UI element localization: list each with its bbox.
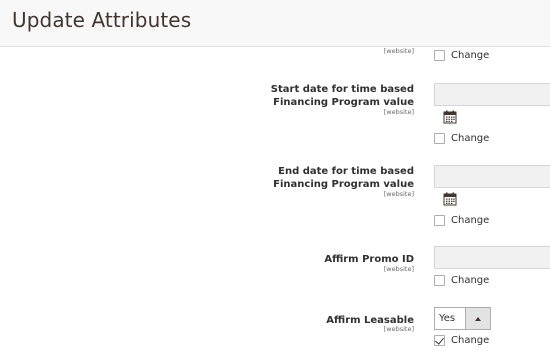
change-label: Change bbox=[451, 335, 490, 346]
change-label: Change bbox=[451, 275, 490, 286]
label-line: End date for time based bbox=[278, 166, 414, 177]
change-checkbox[interactable] bbox=[434, 133, 445, 144]
field-label-start-date: Start date for time based Financing Prog… bbox=[271, 83, 414, 109]
affirm-leasable-select[interactable]: Yes bbox=[434, 307, 491, 330]
scope-label: [website] bbox=[383, 47, 414, 55]
change-label: Change bbox=[451, 215, 490, 226]
page-title: Update Attributes bbox=[12, 8, 192, 32]
change-checkbox[interactable] bbox=[434, 275, 445, 286]
chevron-up-icon bbox=[475, 316, 481, 321]
calendar-icon[interactable] bbox=[443, 192, 457, 206]
field-label-end-date: End date for time based Financing Progra… bbox=[273, 165, 414, 191]
affirm-promo-id-input[interactable] bbox=[434, 246, 550, 269]
change-toggle[interactable]: Change bbox=[434, 133, 489, 144]
scope-label: [website] bbox=[383, 265, 414, 273]
change-toggle[interactable]: Change bbox=[434, 275, 489, 286]
change-checkbox[interactable] bbox=[434, 215, 445, 226]
change-checkbox-checked[interactable] bbox=[434, 335, 445, 346]
change-toggle[interactable]: Change bbox=[434, 335, 489, 346]
scope-label: [website] bbox=[383, 108, 414, 116]
change-label: Change bbox=[451, 50, 490, 61]
select-value: Yes bbox=[439, 313, 456, 324]
change-toggle[interactable]: Change bbox=[434, 215, 489, 226]
scope-label: [website] bbox=[383, 190, 414, 198]
scope-label: [website] bbox=[383, 325, 414, 333]
calendar-icon[interactable] bbox=[443, 110, 457, 124]
end-date-input[interactable] bbox=[434, 165, 550, 188]
change-label: Change bbox=[451, 133, 490, 144]
change-checkbox[interactable] bbox=[434, 50, 445, 61]
change-toggle[interactable]: Change bbox=[434, 50, 489, 61]
page-header: Update Attributes bbox=[0, 0, 550, 47]
select-toggle-button[interactable] bbox=[465, 308, 490, 329]
start-date-input[interactable] bbox=[434, 83, 550, 106]
label-line: Start date for time based bbox=[270, 84, 414, 95]
